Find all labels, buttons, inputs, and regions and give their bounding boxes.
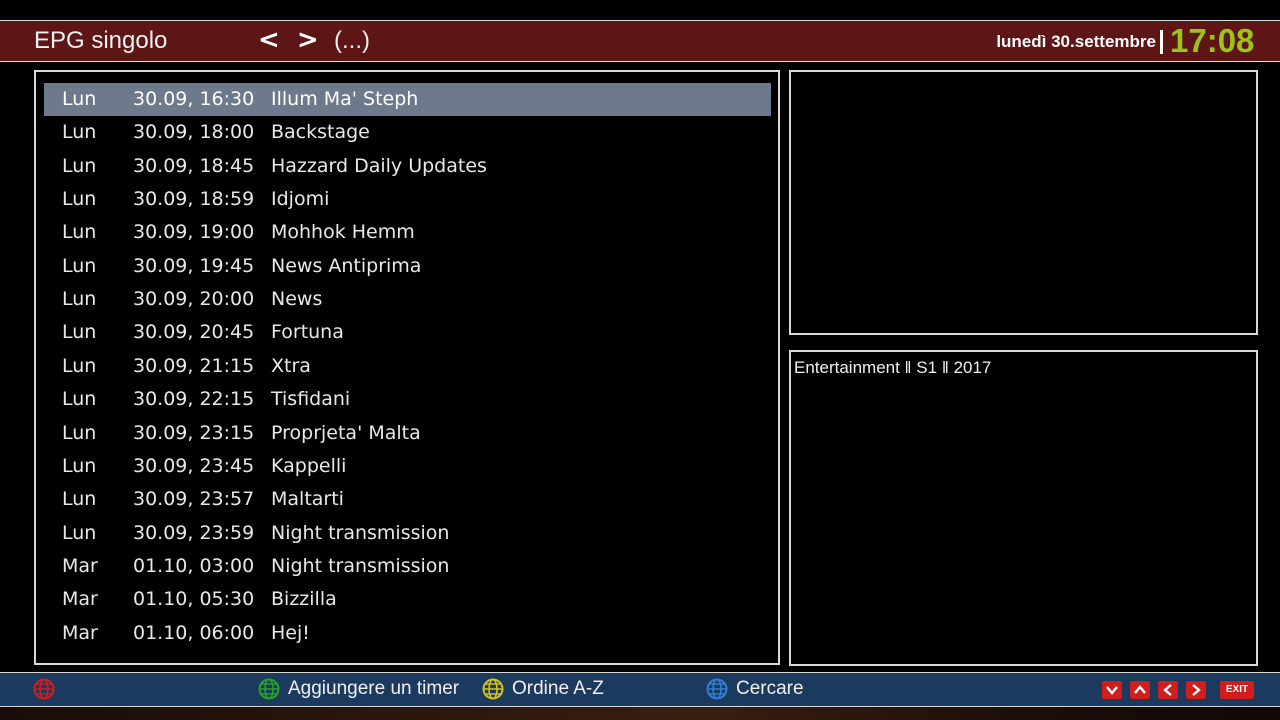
event-row[interactable]: Lun 30.09, 21:15 Xtra [44, 350, 771, 383]
add-timer-label[interactable]: Aggiungere un timer [288, 678, 459, 700]
event-title: Backstage [271, 121, 370, 144]
event-title: News Antiprima [271, 254, 422, 277]
event-datetime: 30.09, 23:15 [133, 421, 255, 444]
event-datetime: 30.09, 18:45 [133, 154, 255, 177]
event-row[interactable]: Mar 01.10, 05:30 Bizzilla [44, 583, 771, 616]
event-title: Mohhok Hemm [271, 221, 415, 244]
clock-separator [1160, 30, 1163, 54]
event-title: Tisfidani [271, 388, 351, 411]
event-datetime: 30.09, 23:57 [133, 488, 255, 511]
event-row[interactable]: Lun 30.09, 19:45 News Antiprima [44, 250, 771, 283]
preview-panel [789, 70, 1258, 335]
event-datetime: 01.10, 06:00 [133, 621, 255, 644]
event-title: Illum Ma' Steph [271, 88, 419, 110]
event-day: Lun [62, 421, 97, 444]
background-strip [0, 707, 1280, 720]
footer-bar: Aggiungere un timer Ordine A-Z Cercare E… [0, 672, 1280, 707]
event-datetime: 01.10, 05:30 [133, 588, 255, 611]
event-datetime: 30.09, 18:59 [133, 188, 255, 211]
event-title: Idjomi [271, 188, 330, 211]
epg-screen: EPG singolo < > (...) lunedì 30.settembr… [0, 0, 1280, 720]
event-day: Lun [62, 388, 97, 411]
event-title: Night transmission [271, 521, 450, 544]
event-title: News [271, 288, 323, 311]
event-row[interactable]: Lun 30.09, 16:30 Illum Ma' Steph [44, 83, 771, 116]
event-title: Hej! [271, 621, 310, 644]
page-title: EPG singolo [34, 27, 168, 54]
down-key-icon[interactable] [1102, 681, 1122, 699]
header-bar: EPG singolo < > (...) lunedì 30.settembr… [0, 20, 1280, 62]
event-row[interactable]: Lun 30.09, 23:45 Kappelli [44, 450, 771, 483]
event-datetime: 30.09, 18:00 [133, 121, 255, 144]
yellow-button-icon[interactable] [482, 678, 504, 700]
up-key-icon[interactable] [1130, 681, 1150, 699]
event-day: Mar [62, 554, 98, 577]
current-date: lunedì 30.settembre [996, 32, 1156, 51]
sort-az-label[interactable]: Ordine A-Z [512, 678, 604, 700]
event-row[interactable]: Lun 30.09, 23:15 Proprjeta' Malta [44, 417, 771, 450]
event-title: Xtra [271, 354, 311, 377]
event-day: Lun [62, 188, 97, 211]
event-row[interactable]: Lun 30.09, 23:59 Night transmission [44, 517, 771, 550]
event-day: Lun [62, 321, 97, 344]
event-day: Lun [62, 88, 97, 110]
event-datetime: 30.09, 20:00 [133, 288, 255, 311]
event-info-panel: Entertainment ‖ S1 ‖ 2017 [789, 350, 1258, 666]
blue-button-icon[interactable] [706, 678, 728, 700]
event-row[interactable]: Lun 30.09, 18:45 Hazzard Daily Updates [44, 150, 771, 183]
event-day: Lun [62, 121, 97, 144]
clock: 17:08 [1170, 22, 1255, 59]
event-title: Maltarti [271, 488, 344, 511]
right-key-icon[interactable] [1186, 681, 1206, 699]
green-button-icon[interactable] [258, 678, 280, 700]
event-row[interactable]: Mar 01.10, 06:00 Hej! [44, 617, 771, 650]
event-title: Bizzilla [271, 588, 337, 611]
search-label[interactable]: Cercare [736, 678, 804, 700]
channel-nav-arrows[interactable]: < > [258, 25, 323, 55]
event-row[interactable]: Lun 30.09, 19:00 Mohhok Hemm [44, 216, 771, 249]
channel-name: (...) [334, 27, 370, 54]
event-datetime: 30.09, 16:30 [133, 88, 255, 110]
event-day: Mar [62, 621, 98, 644]
event-day: Lun [62, 254, 97, 277]
event-day: Lun [62, 354, 97, 377]
event-row[interactable]: Mar 01.10, 03:00 Night transmission [44, 550, 771, 583]
event-list: Lun 30.09, 16:30 Illum Ma' Steph Lun 30.09, … [34, 70, 780, 665]
event-datetime: 30.09, 23:45 [133, 454, 255, 477]
event-row[interactable]: Lun 30.09, 23:57 Maltarti [44, 483, 771, 516]
event-day: Lun [62, 521, 97, 544]
event-datetime: 30.09, 22:15 [133, 388, 255, 411]
event-title: Proprjeta' Malta [271, 421, 421, 444]
event-row[interactable]: Lun 30.09, 20:45 Fortuna [44, 316, 771, 349]
left-key-icon[interactable] [1158, 681, 1178, 699]
event-datetime: 01.10, 03:00 [133, 554, 255, 577]
event-title: Fortuna [271, 321, 344, 344]
event-row[interactable]: Lun 30.09, 18:59 Idjomi [44, 183, 771, 216]
event-day: Lun [62, 288, 97, 311]
event-day: Mar [62, 588, 98, 611]
event-datetime: 30.09, 19:00 [133, 221, 255, 244]
event-datetime: 30.09, 23:59 [133, 521, 255, 544]
exit-button[interactable]: EXIT [1220, 681, 1254, 699]
event-day: Lun [62, 154, 97, 177]
event-row[interactable]: Lun 30.09, 18:00 Backstage [44, 116, 771, 149]
event-description: Entertainment ‖ S1 ‖ 2017 [794, 358, 992, 377]
event-datetime: 30.09, 21:15 [133, 354, 255, 377]
event-title: Kappelli [271, 454, 347, 477]
event-title: Hazzard Daily Updates [271, 154, 487, 177]
event-datetime: 30.09, 20:45 [133, 321, 255, 344]
event-title: Night transmission [271, 554, 450, 577]
red-button-icon[interactable] [33, 678, 55, 700]
event-row[interactable]: Lun 30.09, 22:15 Tisfidani [44, 383, 771, 416]
event-day: Lun [62, 488, 97, 511]
event-day: Lun [62, 454, 97, 477]
event-row[interactable]: Lun 30.09, 20:00 News [44, 283, 771, 316]
event-day: Lun [62, 221, 97, 244]
event-datetime: 30.09, 19:45 [133, 254, 255, 277]
